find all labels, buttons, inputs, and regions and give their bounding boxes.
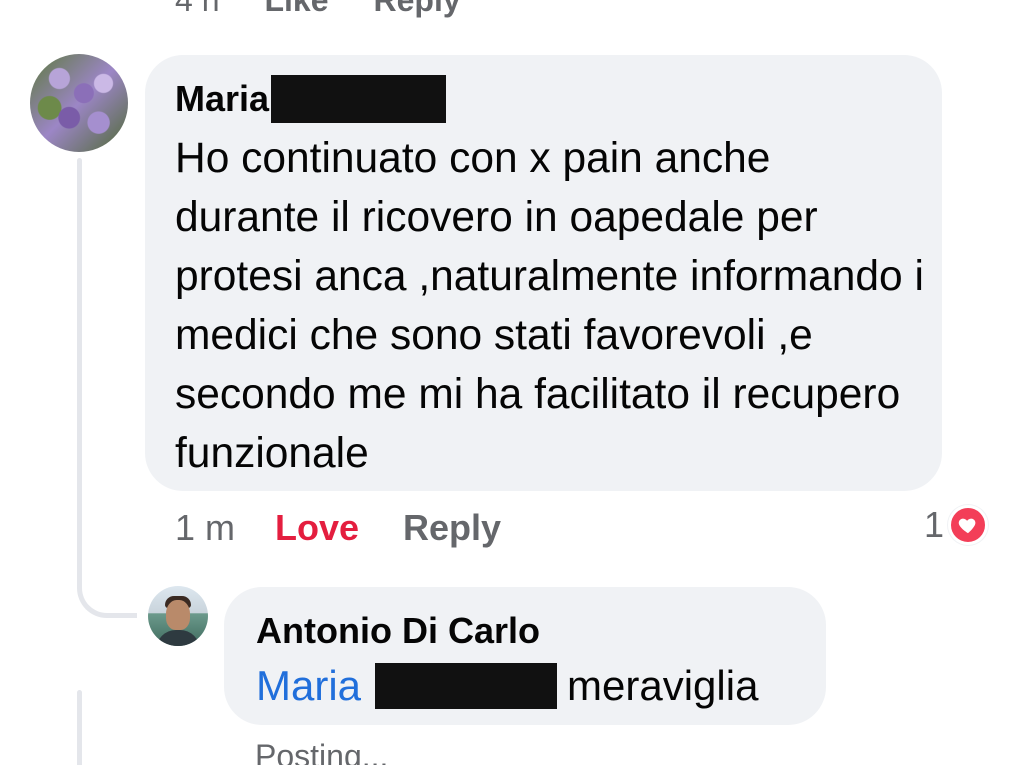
- reply-message: meraviglia: [567, 662, 759, 709]
- avatar[interactable]: [148, 586, 208, 646]
- redaction-box: [375, 663, 558, 709]
- author-name[interactable]: Maria: [175, 77, 269, 121]
- reply-button[interactable]: Reply: [374, 0, 461, 19]
- reply-bubble[interactable]: Antonio Di Carlo Maria meraviglia: [224, 587, 826, 725]
- comment-bubble[interactable]: Maria Ho continuato con x pain anche dur…: [145, 55, 942, 491]
- posting-status: Posting...: [255, 738, 389, 765]
- comment-text: Ho continuato con x pain anche durante i…: [175, 135, 924, 477]
- previous-comment-time: 4 h: [175, 0, 220, 18]
- thread-line: [77, 690, 82, 765]
- comment-author[interactable]: Maria: [175, 75, 912, 123]
- comment-thread: 4 h Like Reply Maria Ho continuato con x…: [0, 0, 1024, 765]
- reply-text: Maria meraviglia: [256, 661, 794, 711]
- mention-link[interactable]: Maria: [256, 661, 361, 711]
- reply-author[interactable]: Antonio Di Carlo: [256, 609, 794, 653]
- reaction-summary[interactable]: 1: [924, 504, 989, 546]
- like-button[interactable]: Like: [264, 0, 328, 19]
- love-button[interactable]: Love: [275, 504, 403, 552]
- previous-comment-actions: 4 h Like Reply: [175, 0, 461, 19]
- heart-icon: [948, 505, 989, 545]
- avatar[interactable]: [30, 54, 128, 152]
- reaction-count: 1: [924, 504, 945, 545]
- comment-actions: 1 m Love Reply: [175, 504, 501, 552]
- reply-button[interactable]: Reply: [403, 504, 501, 552]
- thread-line: [77, 158, 82, 588]
- redaction-box: [271, 75, 447, 123]
- thread-reply-connector: [77, 560, 137, 618]
- comment-time[interactable]: 1 m: [175, 504, 275, 552]
